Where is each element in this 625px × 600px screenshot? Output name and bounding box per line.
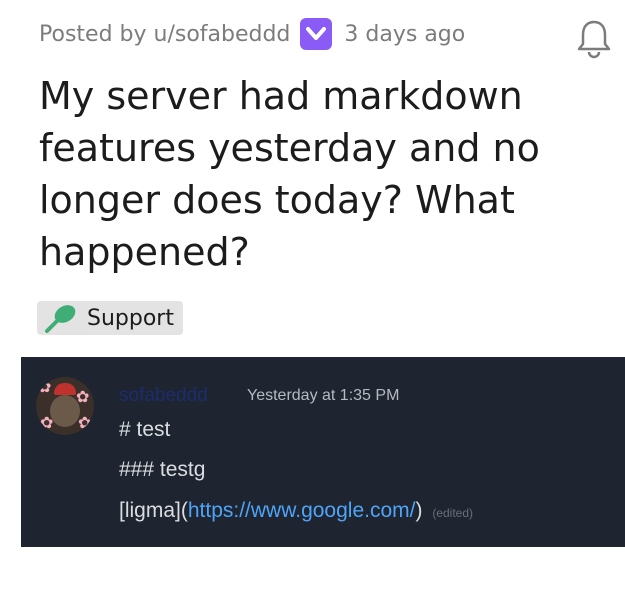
message-link[interactable]: https://www.google.com/ (188, 499, 416, 522)
message-author[interactable]: sofabeddd (119, 385, 208, 407)
posted-by-label[interactable]: Posted by u/sofabeddd (39, 22, 290, 47)
message-line: # test (119, 418, 171, 441)
link-prefix: [ligma]( (119, 499, 188, 522)
post-title[interactable]: My server had markdown features yesterda… (39, 70, 609, 278)
message-timestamp: Yesterday at 1:35 PM (247, 387, 400, 404)
flair-tag[interactable]: Support (37, 301, 183, 335)
message-line: ### testg (119, 458, 206, 481)
bell-icon[interactable] (570, 14, 618, 62)
leaf-icon (45, 305, 76, 333)
link-suffix: ) (415, 499, 423, 522)
message-line-link: [ligma](https://www.google.com/) (edited… (119, 499, 473, 523)
embedded-discord-message: ✿ ✿ ✿ ✿ sofabeddd Yesterday at 1:35 PM #… (21, 357, 625, 547)
flair-label: Support (87, 305, 174, 331)
edited-label: (edited) (432, 506, 473, 520)
avatar[interactable]: ✿ ✿ ✿ ✿ (36, 377, 94, 435)
badge-icon (300, 18, 333, 50)
post-time: 3 days ago (344, 21, 466, 47)
post-meta: Posted by u/sofabeddd 3 days ago (39, 18, 465, 50)
